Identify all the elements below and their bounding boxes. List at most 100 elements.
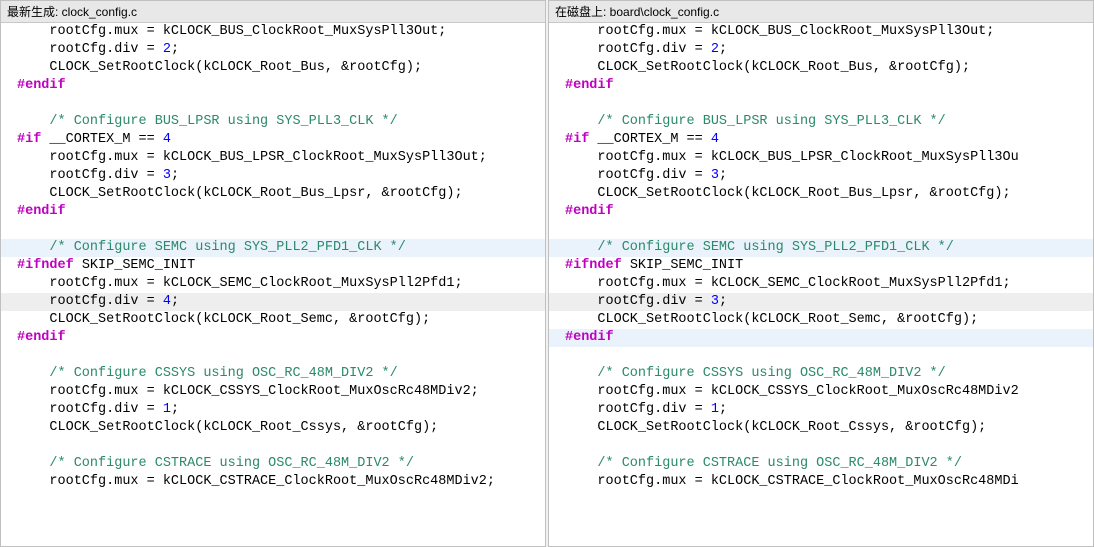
code-token: CLOCK_SetRootClock(kCLOCK_Root_Bus, &roo… (597, 60, 970, 75)
code-token: CLOCK_SetRootClock(kCLOCK_Root_Semc, &ro… (49, 312, 430, 327)
left-code-line[interactable]: /* Configure BUS_LPSR using SYS_PLL3_CLK… (1, 113, 545, 131)
right-code-line[interactable]: #if __CORTEX_M == 4 (549, 131, 1093, 149)
code-token: rootCfg.mux = kCLOCK_CSTRACE_ClockRoot_M… (49, 474, 495, 489)
right-header-label: 在磁盘上: (555, 5, 610, 19)
code-token: rootCfg.mux = kCLOCK_SEMC_ClockRoot_MuxS… (597, 276, 1010, 291)
code-token: rootCfg.mux = kCLOCK_BUS_ClockRoot_MuxSy… (597, 24, 994, 39)
right-code-line[interactable]: /* Configure CSSYS using OSC_RC_48M_DIV2… (549, 365, 1093, 383)
left-code-line[interactable]: #endif (1, 329, 545, 347)
code-token: ; (719, 42, 727, 57)
left-code-line[interactable]: #endif (1, 77, 545, 95)
code-token: rootCfg.div = (49, 402, 162, 417)
right-code-line[interactable]: rootCfg.mux = kCLOCK_CSTRACE_ClockRoot_M… (549, 473, 1093, 491)
left-code-line[interactable]: /* Configure CSTRACE using OSC_RC_48M_DI… (1, 455, 545, 473)
left-code-line[interactable]: CLOCK_SetRootClock(kCLOCK_Root_Bus, &roo… (1, 59, 545, 77)
code-token: 1 (711, 402, 719, 417)
left-code-line[interactable]: CLOCK_SetRootClock(kCLOCK_Root_Cssys, &r… (1, 419, 545, 437)
right-code-line[interactable]: rootCfg.div = 2; (549, 41, 1093, 59)
right-code-line[interactable]: rootCfg.div = 1; (549, 401, 1093, 419)
code-token: /* Configure CSTRACE using OSC_RC_48M_DI… (49, 456, 414, 471)
code-token: 4 (711, 132, 719, 147)
code-token: ; (719, 168, 727, 183)
right-pane: 在磁盘上: board\clock_config.c rootCfg.mux =… (548, 0, 1094, 547)
code-token: 2 (711, 42, 719, 57)
code-token: /* Configure SEMC using SYS_PLL2_PFD1_CL… (49, 240, 405, 255)
left-code-line[interactable]: #endif (1, 203, 545, 221)
left-code-line[interactable]: rootCfg.div = 4; (1, 293, 545, 311)
code-token: /* Configure CSTRACE using OSC_RC_48M_DI… (597, 456, 962, 471)
code-token: SKIP_SEMC_INIT (622, 258, 744, 273)
code-token: __CORTEX_M == (41, 132, 163, 147)
code-token: /* Configure CSSYS using OSC_RC_48M_DIV2… (597, 366, 945, 381)
right-code-line[interactable] (549, 437, 1093, 455)
code-token: 1 (163, 402, 171, 417)
left-code-line[interactable] (1, 347, 545, 365)
code-token: ; (171, 294, 179, 309)
code-token: rootCfg.mux = kCLOCK_CSSYS_ClockRoot_Mux… (597, 384, 1018, 399)
left-code-line[interactable]: rootCfg.mux = kCLOCK_CSSYS_ClockRoot_Mux… (1, 383, 545, 401)
code-token: SKIP_SEMC_INIT (74, 258, 196, 273)
left-code-line[interactable]: rootCfg.div = 3; (1, 167, 545, 185)
code-token: #ifndef (565, 258, 622, 273)
right-code-line[interactable]: rootCfg.mux = kCLOCK_BUS_LPSR_ClockRoot_… (549, 149, 1093, 167)
right-code-line[interactable]: rootCfg.div = 3; (549, 167, 1093, 185)
right-pane-header: 在磁盘上: board\clock_config.c (549, 1, 1093, 23)
code-token: rootCfg.mux = kCLOCK_CSSYS_ClockRoot_Mux… (49, 384, 478, 399)
right-code-line[interactable]: /* Configure CSTRACE using OSC_RC_48M_DI… (549, 455, 1093, 473)
left-code-line[interactable]: rootCfg.mux = kCLOCK_BUS_ClockRoot_MuxSy… (1, 23, 545, 41)
code-token: rootCfg.mux = kCLOCK_BUS_ClockRoot_MuxSy… (49, 24, 446, 39)
code-token: rootCfg.mux = kCLOCK_SEMC_ClockRoot_MuxS… (49, 276, 462, 291)
right-code-line[interactable]: #endif (549, 77, 1093, 95)
code-token: ; (171, 402, 179, 417)
left-code-line[interactable] (1, 437, 545, 455)
code-token: rootCfg.div = (597, 168, 710, 183)
right-code-line[interactable]: /* Configure SEMC using SYS_PLL2_PFD1_CL… (549, 239, 1093, 257)
left-code-line[interactable]: rootCfg.mux = kCLOCK_SEMC_ClockRoot_MuxS… (1, 275, 545, 293)
left-code-area[interactable]: rootCfg.mux = kCLOCK_BUS_ClockRoot_MuxSy… (1, 23, 545, 546)
right-code-line[interactable]: CLOCK_SetRootClock(kCLOCK_Root_Bus, &roo… (549, 59, 1093, 77)
right-code-line[interactable]: #endif (549, 203, 1093, 221)
left-code-line[interactable]: /* Configure CSSYS using OSC_RC_48M_DIV2… (1, 365, 545, 383)
code-token: ; (171, 168, 179, 183)
left-code-line[interactable]: #if __CORTEX_M == 4 (1, 131, 545, 149)
left-code-line[interactable] (1, 221, 545, 239)
code-token: 3 (163, 168, 171, 183)
left-code-line[interactable] (1, 95, 545, 113)
right-code-line[interactable] (549, 347, 1093, 365)
code-token: rootCfg.div = (597, 402, 710, 417)
right-code-line[interactable]: rootCfg.mux = kCLOCK_CSSYS_ClockRoot_Mux… (549, 383, 1093, 401)
left-code-line[interactable]: rootCfg.mux = kCLOCK_CSTRACE_ClockRoot_M… (1, 473, 545, 491)
right-code-line[interactable]: rootCfg.mux = kCLOCK_SEMC_ClockRoot_MuxS… (549, 275, 1093, 293)
code-token: 3 (711, 294, 719, 309)
left-code-line[interactable]: rootCfg.mux = kCLOCK_BUS_LPSR_ClockRoot_… (1, 149, 545, 167)
right-code-line[interactable]: /* Configure BUS_LPSR using SYS_PLL3_CLK… (549, 113, 1093, 131)
code-token: rootCfg.mux = kCLOCK_BUS_LPSR_ClockRoot_… (597, 150, 1018, 165)
right-code-line[interactable]: CLOCK_SetRootClock(kCLOCK_Root_Cssys, &r… (549, 419, 1093, 437)
left-code-line[interactable]: #ifndef SKIP_SEMC_INIT (1, 257, 545, 275)
left-code-line[interactable]: CLOCK_SetRootClock(kCLOCK_Root_Bus_Lpsr,… (1, 185, 545, 203)
right-code-area[interactable]: rootCfg.mux = kCLOCK_BUS_ClockRoot_MuxSy… (549, 23, 1093, 546)
right-code-line[interactable]: rootCfg.div = 3; (549, 293, 1093, 311)
code-token: rootCfg.div = (597, 294, 710, 309)
code-token: #endif (17, 78, 66, 93)
code-token: rootCfg.div = (597, 42, 710, 57)
right-code-line[interactable]: #endif (549, 329, 1093, 347)
left-code-line[interactable]: /* Configure SEMC using SYS_PLL2_PFD1_CL… (1, 239, 545, 257)
code-token: CLOCK_SetRootClock(kCLOCK_Root_Cssys, &r… (597, 420, 986, 435)
right-code-line[interactable]: rootCfg.mux = kCLOCK_BUS_ClockRoot_MuxSy… (549, 23, 1093, 41)
code-token: ; (171, 42, 179, 57)
right-code-line[interactable]: #ifndef SKIP_SEMC_INIT (549, 257, 1093, 275)
right-code-line[interactable] (549, 95, 1093, 113)
code-token: /* Configure CSSYS using OSC_RC_48M_DIV2… (49, 366, 397, 381)
left-code-line[interactable]: CLOCK_SetRootClock(kCLOCK_Root_Semc, &ro… (1, 311, 545, 329)
left-code-line[interactable]: rootCfg.div = 1; (1, 401, 545, 419)
diff-container: 最新生成: clock_config.c rootCfg.mux = kCLOC… (0, 0, 1094, 547)
right-code-line[interactable] (549, 221, 1093, 239)
code-token: CLOCK_SetRootClock(kCLOCK_Root_Bus_Lpsr,… (49, 186, 462, 201)
code-token: CLOCK_SetRootClock(kCLOCK_Root_Bus, &roo… (49, 60, 422, 75)
code-token: #endif (565, 204, 614, 219)
left-code-line[interactable]: rootCfg.div = 2; (1, 41, 545, 59)
code-token: 4 (163, 132, 171, 147)
right-code-line[interactable]: CLOCK_SetRootClock(kCLOCK_Root_Bus_Lpsr,… (549, 185, 1093, 203)
right-code-line[interactable]: CLOCK_SetRootClock(kCLOCK_Root_Semc, &ro… (549, 311, 1093, 329)
